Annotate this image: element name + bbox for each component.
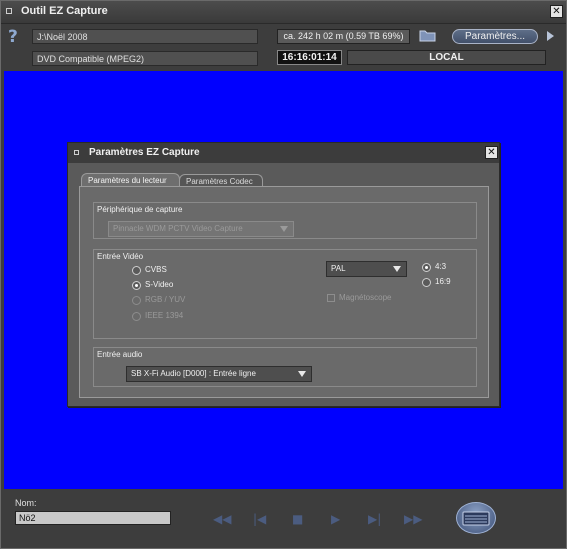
tab-player-settings[interactable]: Paramètres du lecteur xyxy=(81,173,180,187)
format-field[interactable]: DVD Compatible (MPEG2) xyxy=(32,51,258,66)
radio-ieee1394 xyxy=(132,312,141,321)
radio-aspect-16-9[interactable] xyxy=(422,278,431,287)
window-menu-icon[interactable] xyxy=(6,8,12,14)
audio-input-value: SB X-Fi Audio [D000] : Entrée ligne xyxy=(131,369,256,378)
dialog-title: Paramètres EZ Capture xyxy=(89,147,200,158)
stop-icon[interactable]: ■ xyxy=(292,512,303,526)
parameters-button[interactable]: Paramètres... xyxy=(452,29,538,44)
dialog-title-bar: Paramètres EZ Capture ✕ xyxy=(68,143,499,163)
capture-device-select: Pinnacle WDM PCTV Video Capture xyxy=(108,221,294,237)
dialog-menu-icon[interactable] xyxy=(74,150,79,155)
window-title: Outil EZ Capture xyxy=(21,5,108,17)
close-button[interactable]: ✕ xyxy=(550,5,563,18)
radio-ieee1394-label: IEEE 1394 xyxy=(145,311,184,320)
disk-space-status: ca. 242 h 02 m (0.59 TB 69%) xyxy=(277,29,410,44)
fast-forward-icon[interactable]: ▶▶ xyxy=(404,512,422,526)
radio-svideo[interactable] xyxy=(132,281,141,290)
chevron-down-icon xyxy=(280,226,288,232)
name-label: Nom: xyxy=(15,498,37,508)
name-input[interactable]: Nö2 xyxy=(15,511,171,525)
radio-cvbs-label: CVBS xyxy=(145,265,167,274)
chevron-down-icon xyxy=(298,371,306,377)
expand-arrow-icon[interactable] xyxy=(547,31,554,41)
dialog-close-button[interactable]: ✕ xyxy=(485,146,498,159)
step-back-icon[interactable]: |◀ xyxy=(253,512,266,526)
settings-dialog: Paramètres EZ Capture ✕ Paramètres du le… xyxy=(67,142,500,407)
video-standard-value: PAL xyxy=(331,264,346,273)
radio-rgb-yuv xyxy=(132,296,141,305)
capture-device-label: Périphérique de capture xyxy=(97,205,183,214)
radio-cvbs[interactable] xyxy=(132,266,141,275)
audio-input-label: Entrée audio xyxy=(97,350,143,359)
timecode-display: 16:16:01:14 xyxy=(277,50,342,65)
source-indicator: LOCAL xyxy=(347,50,546,65)
ez-capture-window: Outil EZ Capture ✕ ? J:\Noël 2008 ca. 24… xyxy=(0,0,567,549)
record-button[interactable] xyxy=(456,502,496,534)
radio-rgb-yuv-label: RGB / YUV xyxy=(145,295,186,304)
vcr-checkbox-label: Magnétoscope xyxy=(339,293,392,302)
vcr-checkbox xyxy=(327,294,335,302)
chevron-down-icon xyxy=(393,266,401,272)
play-icon[interactable]: ▶ xyxy=(331,512,340,526)
help-icon[interactable]: ? xyxy=(8,27,18,47)
audio-input-group: Entrée audio SB X-Fi Audio [D000] : Entr… xyxy=(93,347,477,387)
video-input-label: Entrée Vidéo xyxy=(97,252,144,261)
radio-svideo-label: S-Video xyxy=(145,280,174,289)
radio-aspect-4-3-label: 4:3 xyxy=(435,262,447,271)
capture-path-field[interactable]: J:\Noël 2008 xyxy=(32,29,258,44)
rewind-icon[interactable]: ◀◀ xyxy=(213,512,231,526)
audio-input-select[interactable]: SB X-Fi Audio [D000] : Entrée ligne xyxy=(126,366,312,382)
capture-device-group: Périphérique de capture Pinnacle WDM PCT… xyxy=(93,202,477,239)
folder-icon[interactable] xyxy=(419,28,436,42)
capture-icon xyxy=(462,511,490,526)
tab-panel: Périphérique de capture Pinnacle WDM PCT… xyxy=(79,186,489,398)
capture-device-value: Pinnacle WDM PCTV Video Capture xyxy=(113,224,243,233)
step-forward-icon[interactable]: ▶| xyxy=(368,512,381,526)
video-input-group: Entrée Vidéo CVBS S-Video RGB / YUV IEEE… xyxy=(93,249,477,339)
title-bar: Outil EZ Capture ✕ xyxy=(1,1,566,24)
radio-aspect-16-9-label: 16:9 xyxy=(435,277,451,286)
radio-aspect-4-3[interactable] xyxy=(422,263,431,272)
video-standard-select[interactable]: PAL xyxy=(326,261,407,277)
